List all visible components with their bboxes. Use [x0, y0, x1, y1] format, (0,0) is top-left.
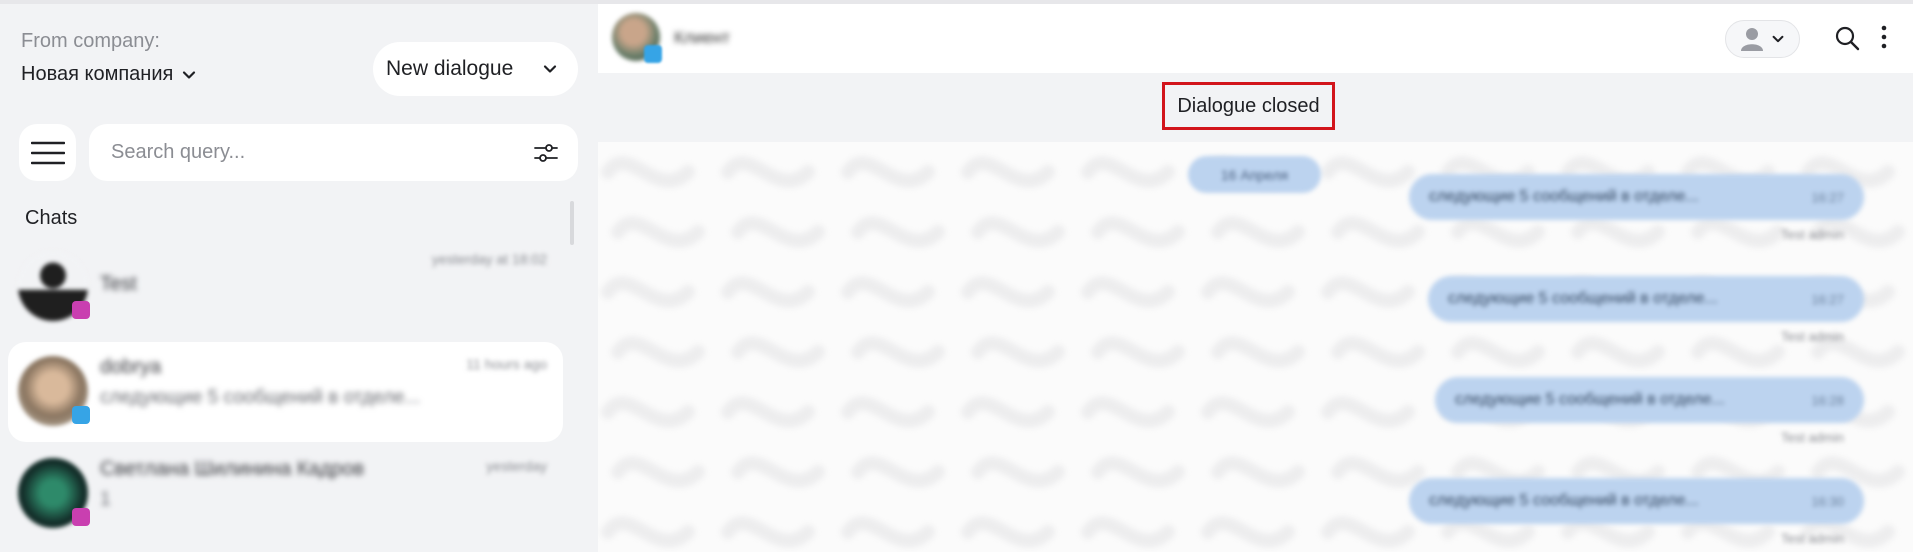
search-box: [89, 124, 578, 181]
chevron-down-icon: [543, 65, 557, 73]
user-icon: [1740, 28, 1763, 51]
dialogue-closed-banner: Dialogue closed: [1162, 82, 1335, 130]
more-vertical-icon[interactable]: [1880, 24, 1888, 50]
hamburger-icon: [30, 141, 65, 164]
chat-list-item[interactable]: Светлана Шилинина Кадров yesterday 1: [8, 444, 563, 544]
message-text: следующие 5 сообщений в отделе...: [1429, 492, 1699, 509]
chat-list-item[interactable]: Test yesterday at 18:02: [8, 237, 563, 337]
company-selector[interactable]: Новая компания: [21, 63, 197, 86]
chat-preview: 1: [100, 489, 111, 510]
company-name: Новая компания: [21, 63, 174, 85]
search-input[interactable]: [109, 140, 534, 165]
menu-button[interactable]: [19, 124, 76, 181]
new-dialogue-label: New dialogue: [386, 57, 514, 80]
chat-name: Светлана Шилинина Кадров: [100, 458, 365, 480]
contact-name[interactable]: Клиент: [674, 28, 730, 48]
message-time: 16:27: [1811, 189, 1844, 205]
chevron-down-icon: [183, 70, 196, 79]
message-text: следующие 5 сообщений в отделе...: [1455, 391, 1725, 408]
chat-preview: следующие 5 сообщений в отделе...: [100, 387, 421, 408]
message-time: 16:27: [1811, 291, 1844, 307]
message-text: следующие 5 сообщений в отделе...: [1448, 290, 1718, 307]
from-company-label: From company:: [21, 30, 160, 52]
message-bubble[interactable]: следующие 5 сообщений в отделе... 16:28: [1435, 377, 1864, 423]
telegram-badge-icon: [644, 45, 662, 63]
message-meta: Test admin: [1781, 227, 1844, 242]
chat-time: yesterday at 18:02: [431, 251, 547, 267]
instagram-badge-icon: [72, 508, 90, 526]
message-area: 16 Апреля следующие 5 сообщений в отделе…: [598, 142, 1913, 552]
message-text: следующие 5 сообщений в отделе...: [1429, 188, 1699, 205]
instagram-badge-icon: [72, 301, 90, 319]
filter-sliders-icon[interactable]: [534, 142, 558, 164]
scrollbar[interactable]: [570, 201, 574, 245]
message-time: 16:28: [1811, 392, 1844, 408]
sidebar: From company: Новая компания New dialogu…: [0, 4, 598, 552]
chat-list-item-active[interactable]: dobrya 11 hours ago следующие 5 сообщени…: [8, 342, 563, 442]
chat-panel: Клиент Dialogue closed 16 Апреля следующ…: [598, 4, 1913, 552]
date-separator: 16 Апреля: [1188, 156, 1321, 193]
message-bubble[interactable]: следующие 5 сообщений в отделе... 16:27: [1428, 276, 1864, 322]
message-bubble[interactable]: следующие 5 сообщений в отделе... 16:27: [1409, 174, 1864, 220]
chat-header: Клиент: [598, 4, 1913, 73]
chat-time: 11 hours ago: [466, 356, 547, 372]
chat-name: dobrya: [100, 356, 162, 378]
telegram-badge-icon: [72, 406, 90, 424]
assign-agent-button[interactable]: [1725, 20, 1800, 58]
chevron-down-icon: [1772, 35, 1783, 43]
message-time: 16:30: [1811, 493, 1844, 509]
new-dialogue-button[interactable]: New dialogue: [373, 42, 578, 96]
message-meta: Test admin: [1781, 531, 1844, 546]
chat-name: Test: [100, 273, 137, 295]
message-bubble[interactable]: следующие 5 сообщений в отделе... 16:30: [1409, 478, 1864, 524]
chat-time: yesterday: [486, 458, 547, 474]
chats-heading: Chats: [25, 207, 78, 229]
search-icon[interactable]: [1834, 25, 1860, 51]
message-meta: Test admin: [1781, 430, 1844, 445]
message-meta: Test admin: [1781, 329, 1844, 344]
